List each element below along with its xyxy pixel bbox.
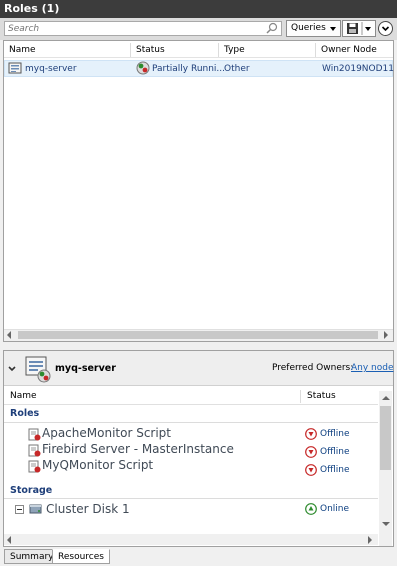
scroll-left-icon[interactable] — [6, 536, 12, 547]
resource-name[interactable]: MyQMonitor Script — [42, 458, 153, 472]
role-name: myq-server — [25, 64, 77, 74]
script-resource-icon — [28, 428, 41, 444]
role-type: Other — [224, 64, 250, 74]
script-resource-icon — [28, 460, 41, 476]
roles-list-pane — [3, 40, 394, 342]
column-header-name[interactable]: Name — [4, 390, 301, 403]
scroll-right-icon[interactable] — [383, 331, 389, 342]
offline-icon — [305, 464, 317, 479]
details-role-name: myq-server — [55, 363, 116, 374]
chevron-down-icon — [8, 366, 16, 372]
resource-status: Offline — [320, 447, 350, 457]
column-header-status[interactable]: Status — [301, 390, 378, 403]
chevron-down-icon — [330, 27, 336, 31]
storage-name[interactable]: Cluster Disk 1 — [46, 502, 130, 516]
partially-running-icon — [136, 61, 150, 78]
offline-icon — [305, 428, 317, 443]
divider — [4, 422, 378, 423]
divider — [4, 57, 393, 58]
cluster-disk-icon — [29, 502, 43, 518]
collapse-pane-button[interactable] — [378, 21, 393, 36]
role-status: Partially Runni... — [152, 64, 226, 74]
save-query-button[interactable] — [342, 20, 376, 37]
search-input[interactable] — [4, 21, 282, 36]
column-header-name[interactable]: Name — [4, 43, 131, 57]
resource-status: Offline — [320, 429, 350, 439]
scrollbar-thumb[interactable] — [380, 406, 391, 470]
divider — [4, 404, 378, 405]
scrollbar-thumb[interactable] — [18, 331, 378, 339]
offline-icon — [305, 446, 317, 461]
resource-name[interactable]: Firebird Server - MasterInstance — [42, 442, 234, 456]
group-heading-roles: Roles — [10, 408, 40, 419]
role-icon — [8, 61, 23, 78]
scroll-left-icon[interactable] — [6, 331, 12, 342]
queries-label: Queries — [291, 23, 326, 33]
divider — [4, 498, 378, 499]
collapse-node-icon[interactable] — [15, 505, 24, 517]
scroll-right-icon[interactable] — [367, 536, 373, 547]
window-title: Roles (1) — [0, 0, 397, 18]
column-header-owner-node[interactable]: Owner Node — [316, 43, 393, 57]
search-icon[interactable] — [265, 22, 279, 35]
column-header-status[interactable]: Status — [131, 43, 219, 57]
scroll-down-icon[interactable] — [382, 520, 390, 530]
role-owner-node: Win2019NOD11 — [322, 64, 395, 74]
resource-status: Offline — [320, 465, 350, 475]
horizontal-scrollbar[interactable] — [4, 534, 378, 545]
service-resource-icon — [28, 444, 41, 460]
chevron-down-circle-icon — [381, 26, 390, 32]
role-large-icon — [24, 355, 52, 386]
column-header-type[interactable]: Type — [219, 43, 316, 57]
group-heading-storage: Storage — [10, 485, 53, 496]
preferred-owners-label: Preferred Owners: — [272, 363, 354, 373]
save-icon — [347, 22, 371, 35]
scroll-up-icon[interactable] — [382, 394, 390, 404]
storage-status: Online — [320, 504, 350, 514]
preferred-owners-link[interactable]: Any node — [351, 363, 394, 373]
resource-name[interactable]: ApacheMonitor Script — [42, 426, 171, 440]
tab-resources[interactable]: Resources — [52, 549, 110, 564]
collapse-details-button[interactable] — [8, 365, 16, 375]
online-icon — [305, 503, 317, 518]
